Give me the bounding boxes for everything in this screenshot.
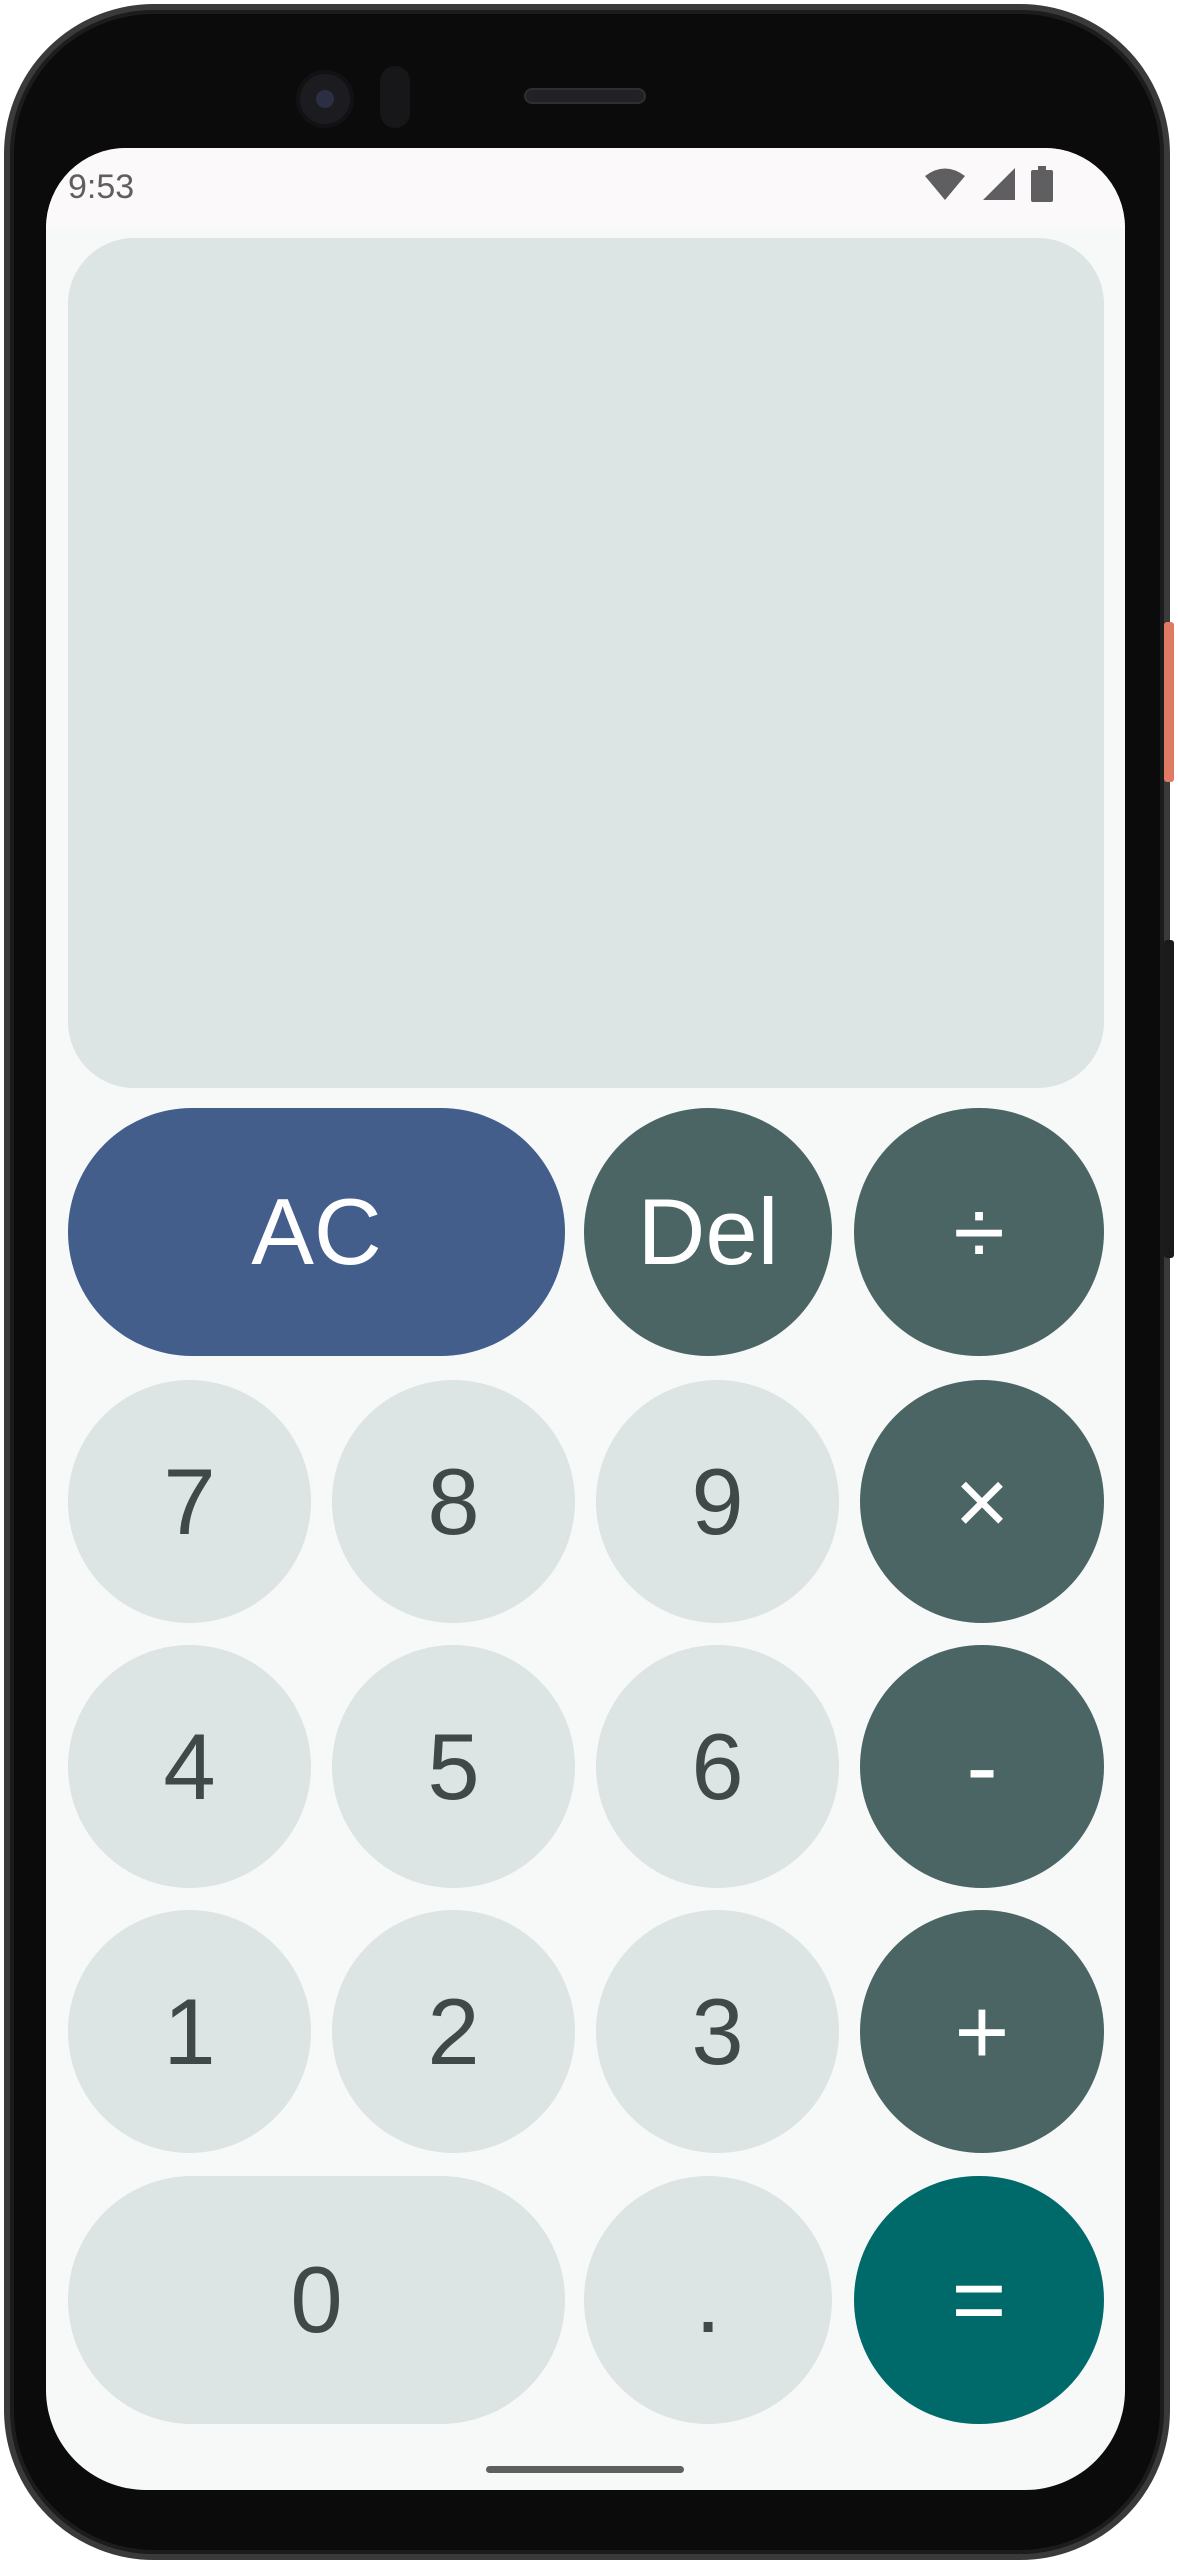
volume-button — [1164, 940, 1174, 1258]
cell-signal-icon — [983, 168, 1015, 200]
digit-2-button[interactable]: 2 — [332, 1910, 575, 2153]
digit-6-button[interactable]: 6 — [596, 1645, 839, 1888]
multiply-button[interactable]: × — [860, 1380, 1104, 1623]
wifi-icon — [925, 168, 965, 200]
home-indicator[interactable] — [486, 2466, 684, 2473]
add-button[interactable]: + — [860, 1910, 1104, 2153]
battery-icon — [1031, 166, 1053, 202]
all-clear-button[interactable]: AC — [68, 1108, 565, 1356]
proximity-sensor — [380, 66, 410, 128]
subtract-button[interactable]: - — [860, 1645, 1104, 1888]
calculator-display — [68, 238, 1104, 1088]
digit-0-button[interactable]: 0 — [68, 2176, 565, 2424]
power-button — [1164, 622, 1174, 782]
digit-4-button[interactable]: 4 — [68, 1645, 311, 1888]
digit-1-button[interactable]: 1 — [68, 1910, 311, 2153]
digit-5-button[interactable]: 5 — [332, 1645, 575, 1888]
status-time: 9:53 — [68, 168, 135, 206]
delete-button[interactable]: Del — [584, 1108, 832, 1356]
digit-9-button[interactable]: 9 — [596, 1380, 839, 1623]
digit-7-button[interactable]: 7 — [68, 1380, 311, 1623]
divide-button[interactable]: ÷ — [854, 1108, 1104, 1356]
status-bar: 9:53 — [46, 148, 1125, 228]
status-icons — [923, 166, 1053, 202]
equals-button[interactable]: = — [854, 2176, 1104, 2424]
app-screen: 9:53 AC Del ÷ 7 8 9 × 4 5 6 - 1 2 3 + 0 — [46, 148, 1125, 2490]
digit-3-button[interactable]: 3 — [596, 1910, 839, 2153]
earpiece-speaker — [524, 88, 646, 104]
digit-8-button[interactable]: 8 — [332, 1380, 575, 1623]
front-camera-icon — [296, 70, 354, 128]
decimal-button[interactable]: . — [584, 2176, 832, 2424]
